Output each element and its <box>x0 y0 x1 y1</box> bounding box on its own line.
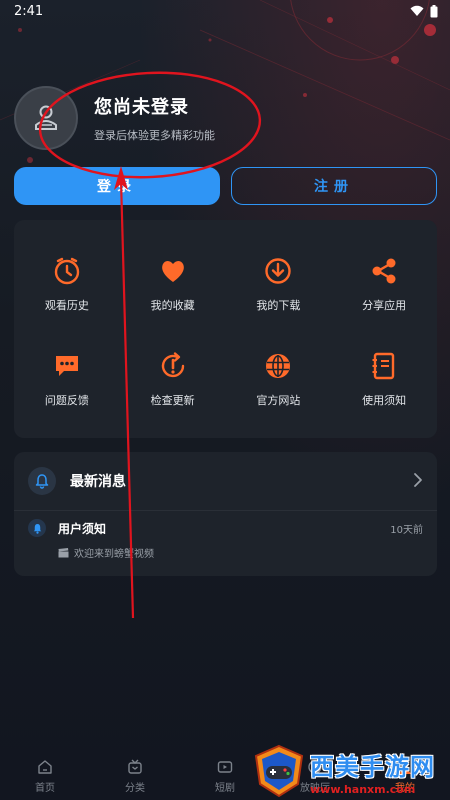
site-watermark: 西美手游网 www.hanxm.com <box>252 742 448 800</box>
bell-icon <box>28 519 46 537</box>
grid-item-share[interactable]: 分享应用 <box>331 236 437 331</box>
download-icon <box>262 255 294 287</box>
latest-messages-card: 最新消息 用户须知 10天前 欢迎来到螃蟹视频 <box>14 452 437 576</box>
globe-icon <box>262 350 294 382</box>
feature-grid: 观看历史 我的收藏 我的下载 分享应用 问题反馈 检查更新 官方网站 使用须知 <box>14 220 437 438</box>
grid-label: 检查更新 <box>150 393 195 407</box>
message-body: 欢迎来到螃蟹视频 <box>74 549 154 560</box>
grid-label: 我的下载 <box>256 298 301 312</box>
grid-item-website[interactable]: 官方网站 <box>226 331 332 426</box>
avatar[interactable] <box>14 86 78 150</box>
grid-item-history[interactable]: 观看历史 <box>14 236 120 331</box>
clock-icon <box>51 255 83 287</box>
chat-icon <box>51 350 83 382</box>
message-time: 10天前 <box>390 525 423 536</box>
tab-home[interactable]: 首页 <box>0 752 90 800</box>
share-icon <box>368 255 400 287</box>
clapperboard-icon <box>58 547 69 557</box>
grid-label: 分享应用 <box>362 298 407 312</box>
grid-label: 我的收藏 <box>150 298 195 312</box>
watermark-title: 西美手游网 <box>310 752 435 781</box>
grid-label: 观看历史 <box>44 298 89 312</box>
status-time: 2:41 <box>14 3 44 19</box>
heart-icon <box>157 255 189 287</box>
user-placeholder-icon <box>35 105 57 130</box>
login-prompt-subtitle: 登录后体验更多精彩功能 <box>94 129 215 142</box>
tab-category[interactable]: 分类 <box>90 752 180 800</box>
notebook-icon <box>368 350 400 382</box>
tab-label: 分类 <box>125 783 145 794</box>
home-icon <box>38 760 52 774</box>
login-prompt-title[interactable]: 您尚未登录 <box>94 93 215 119</box>
grid-item-update[interactable]: 检查更新 <box>120 331 226 426</box>
battery-icon <box>430 4 438 17</box>
wifi-icon <box>410 5 424 16</box>
tab-label: 首页 <box>35 783 55 794</box>
category-icon <box>128 759 142 774</box>
login-button[interactable]: 登录 <box>14 167 220 205</box>
profile-header[interactable]: 您尚未登录 登录后体验更多精彩功能 <box>14 83 434 153</box>
grid-label: 使用须知 <box>362 393 407 407</box>
shortplay-icon <box>217 761 233 773</box>
message-title: 用户须知 <box>58 521 107 536</box>
bell-icon <box>28 467 56 495</box>
chevron-right-icon[interactable] <box>413 472 423 488</box>
status-bar: 2:41 <box>0 0 450 22</box>
tab-label: 短剧 <box>215 783 235 794</box>
watermark-url: www.hanxm.com <box>310 782 416 796</box>
message-item[interactable]: 用户须知 10天前 欢迎来到螃蟹视频 <box>14 511 437 568</box>
grid-item-terms[interactable]: 使用须知 <box>331 331 437 426</box>
grid-label: 问题反馈 <box>44 393 89 407</box>
auth-buttons: 登录 注册 <box>14 167 437 207</box>
latest-messages-title: 最新消息 <box>70 474 126 490</box>
update-icon <box>157 350 189 382</box>
grid-label: 官方网站 <box>256 393 301 407</box>
grid-item-downloads[interactable]: 我的下载 <box>226 236 332 331</box>
grid-item-feedback[interactable]: 问题反馈 <box>14 331 120 426</box>
register-button[interactable]: 注册 <box>231 167 437 205</box>
latest-messages-header[interactable]: 最新消息 <box>14 452 437 510</box>
gamepad-badge-logo <box>254 744 304 798</box>
grid-item-favorites[interactable]: 我的收藏 <box>120 236 226 331</box>
